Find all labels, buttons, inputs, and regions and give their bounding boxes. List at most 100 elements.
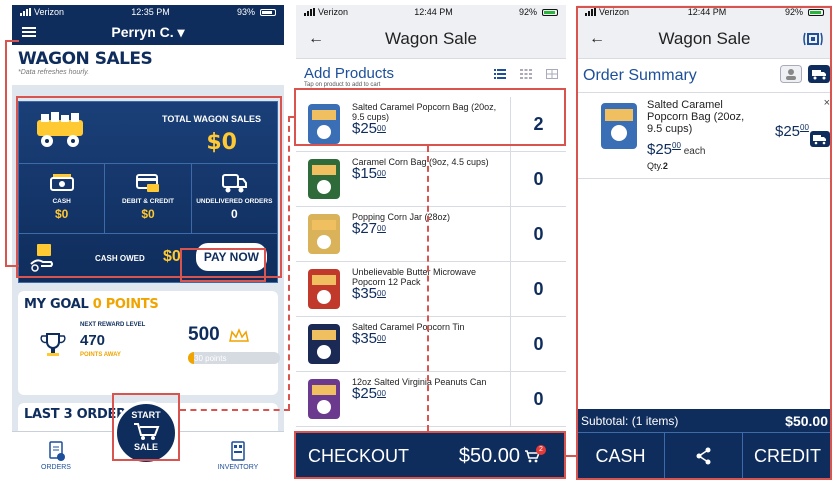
product-thumbnail: [308, 324, 340, 364]
debit-credit-label: DEBIT & CREDIT: [121, 198, 174, 205]
connector-left-bottom: [5, 265, 19, 267]
product-row[interactable]: Salted Caramel Popcorn Tin $3500 0: [296, 317, 566, 372]
product-thumbnail: [308, 214, 340, 254]
total-sales-value: $0: [206, 130, 237, 155]
arrow-left-icon[interactable]: ←: [308, 30, 324, 48]
undelivered-stat: UNDELIVERED ORDERS 0: [190, 164, 277, 233]
add-products-hint: Tap on product to add to cart: [304, 82, 381, 88]
debit-credit-value: $0: [141, 207, 155, 221]
tab-inventory[interactable]: INVENTORY: [208, 440, 268, 471]
undelivered-value: 0: [230, 207, 238, 221]
status-bar: Verizon 12:44 PM 92%: [296, 5, 566, 19]
wagon-sale-screen: Verizon 12:44 PM 92% ← Wagon Sale Add Pr…: [296, 5, 566, 479]
goal-title-points: 0 POINTS: [92, 297, 159, 312]
crown-icon: [229, 328, 249, 342]
battery-icon: [541, 8, 558, 16]
subtotal-bar: Subtotal: (1 items) $50.00: [577, 409, 832, 433]
credit-button[interactable]: CREDIT: [743, 433, 832, 479]
product-row[interactable]: Popping Corn Jar (28oz) $2700 0: [296, 207, 566, 262]
product-row[interactable]: Caramel Corn Bag (9oz, 4.5 cups) $1500 0: [296, 152, 566, 207]
product-quantity[interactable]: 0: [510, 207, 566, 261]
product-info: Popping Corn Jar (28oz) $2700: [352, 207, 510, 261]
product-quantity[interactable]: 0: [510, 152, 566, 206]
nav-bar: ← Wagon Sale: [296, 19, 566, 59]
order-item-price-dollars: $25: [647, 141, 673, 158]
pay-now-button[interactable]: PAY NOW: [195, 243, 267, 271]
order-item-name: Salted Caramel Popcorn Bag (20oz, 9.5 cu…: [647, 99, 745, 135]
cash-button[interactable]: CASH: [577, 433, 665, 479]
subtotal-value: $50.00: [785, 412, 828, 429]
product-price-dollars: $35: [352, 330, 378, 347]
status-bar: Verizon 12:35 PM 93%: [12, 5, 284, 19]
deliver-all-icon[interactable]: [808, 65, 830, 83]
user-menu[interactable]: Perryn C. ▾: [12, 24, 284, 41]
order-line-item: Salted Caramel Popcorn Bag (20oz, 9.5 cu…: [577, 93, 832, 179]
dashboard-header: WAGON SALES *Data refreshes hourly.: [12, 45, 284, 85]
battery-percent: 92%: [784, 7, 803, 17]
product-price: $2500: [352, 121, 510, 136]
checkout-button[interactable]: CHECKOUT $50.00 2: [296, 433, 566, 479]
tab-orders[interactable]: ORDERS: [26, 440, 86, 471]
start-sale-line2: SALE: [133, 442, 158, 452]
product-price-cents: 00: [377, 389, 386, 398]
deliver-item-icon[interactable]: [810, 131, 830, 147]
product-price-dollars: $27: [352, 220, 378, 237]
goal-title-prefix: MY GOAL: [24, 297, 93, 312]
share-button[interactable]: [665, 433, 743, 479]
connector-left-vertical: [5, 40, 7, 266]
product-price-dollars: $25: [352, 385, 378, 402]
order-summary-header: Order Summary: [577, 59, 832, 93]
nav-title: Wagon Sale: [385, 28, 477, 48]
checkout-label: CHECKOUT: [308, 445, 410, 466]
product-quantity[interactable]: 0: [510, 372, 566, 426]
remove-item-button[interactable]: ×: [824, 97, 830, 109]
product-info: Unbelievable Butter Microwave Popcorn 12…: [352, 262, 510, 316]
list-view-icon[interactable]: [494, 69, 506, 79]
total-sales-block: TOTAL WAGON SALES $0: [19, 102, 277, 164]
small-grid-view-icon[interactable]: [520, 69, 532, 79]
arrow-left-icon[interactable]: ←: [589, 30, 605, 48]
scan-icon[interactable]: [802, 31, 824, 47]
cash-owed-label: CASH OWED: [95, 254, 145, 263]
product-row[interactable]: Salted Caramel Popcorn Bag (20oz, 9.5 cu…: [296, 97, 566, 152]
next-reward-label: NEXT REWARD LEVEL: [80, 322, 146, 328]
start-sale-button[interactable]: START SALE: [114, 401, 178, 465]
payment-actions: CASH CREDIT: [577, 433, 832, 479]
order-item-price-cents: 00: [672, 141, 681, 150]
product-quantity[interactable]: 0: [510, 262, 566, 316]
share-icon: [696, 447, 710, 465]
connector-products-top: [288, 116, 296, 118]
page-title: WAGON SALES: [18, 49, 153, 69]
add-products-header: Add Products Tap on product to add to ca…: [296, 59, 566, 97]
sales-stats-panel: TOTAL WAGON SALES $0 CASH $0 DEBIT & CRE…: [18, 101, 278, 283]
signal-icon: [304, 8, 315, 16]
product-thumbnail: [601, 103, 637, 149]
large-grid-view-icon[interactable]: [546, 69, 558, 79]
product-row[interactable]: 12oz Salted Virginia Peanuts Can $2500 0: [296, 372, 566, 427]
connector-left-top: [5, 40, 19, 42]
refresh-note: *Data refreshes hourly.: [18, 69, 90, 76]
product-price: $2700: [352, 221, 510, 236]
product-row[interactable]: Unbelievable Butter Microwave Popcorn 12…: [296, 262, 566, 317]
product-info: 12oz Salted Virginia Peanuts Can $2500: [352, 372, 510, 426]
carrier: Verizon: [34, 7, 65, 17]
product-info: Caramel Corn Bag (9oz, 4.5 cups) $1500: [352, 152, 510, 206]
cash-stat: CASH $0: [19, 164, 104, 233]
product-quantity[interactable]: 0: [510, 317, 566, 371]
carrier: Verizon: [318, 7, 349, 17]
goal-body: NEXT REWARD LEVEL 470 POINTS AWAY 500 30…: [24, 318, 280, 388]
cost-info-icon[interactable]: [780, 65, 802, 83]
nav-title: Wagon Sale: [658, 28, 751, 48]
connector-products-vertical: [288, 116, 290, 410]
goal-progress-fill: [188, 352, 194, 364]
checkout-total-group: $50.00 2: [459, 445, 554, 468]
next-reward-value: 470: [80, 332, 106, 349]
cash-owed-value: $0: [163, 248, 181, 265]
goal-progress-label: 30 points: [194, 354, 227, 363]
clock: 12:44 PM: [414, 7, 453, 17]
product-quantity[interactable]: 2: [510, 97, 566, 151]
battery-percent: 93%: [236, 7, 255, 17]
top-nav: Perryn C. ▾: [12, 19, 284, 45]
tab-orders-label: ORDERS: [41, 464, 71, 471]
order-summary-actions: [780, 65, 830, 83]
